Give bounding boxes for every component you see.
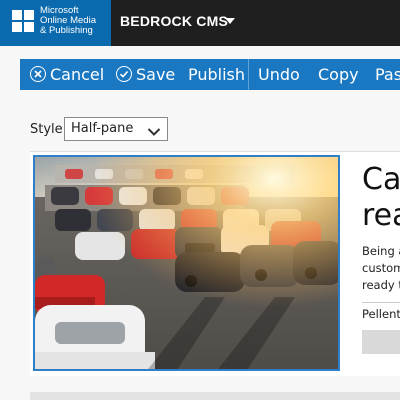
headline-line-2: rea [362, 198, 400, 233]
toolbar-separator [248, 59, 249, 90]
article-headline[interactable]: Ca rea [362, 162, 400, 234]
pellent-text[interactable]: Pellent [362, 307, 400, 321]
body-line-1: Being a [362, 244, 400, 258]
publish-label: Publish [188, 65, 246, 84]
chevron-down-icon [147, 123, 161, 142]
cancel-circle-icon [30, 66, 46, 82]
save-label: Save [136, 65, 176, 84]
style-label: Style [30, 122, 63, 137]
headline-line-1: Ca [362, 162, 400, 197]
save-check-icon [116, 66, 132, 82]
body-line-3: ready t [362, 278, 400, 292]
logo-line-3: & Publishing [40, 25, 93, 36]
undo-button[interactable]: Undo [258, 59, 308, 90]
windows-squares-icon [12, 10, 34, 32]
cancel-label: Cancel [50, 65, 105, 84]
style-dropdown[interactable]: Half-pane [64, 117, 168, 141]
style-dropdown-value: Half-pane [71, 121, 134, 136]
hero-image-parking-lot[interactable] [33, 155, 340, 371]
paste-button[interactable]: Past [375, 59, 400, 90]
publish-button[interactable]: Publish [188, 59, 248, 90]
parking-lot-photo [35, 157, 338, 369]
copy-button[interactable]: Copy [318, 59, 368, 90]
article-body[interactable]: Being a custom ready t [362, 243, 400, 294]
cancel-button[interactable]: Cancel [20, 59, 104, 90]
cta-button[interactable] [362, 330, 400, 354]
next-pane-strip [30, 392, 400, 400]
undo-label: Undo [258, 65, 300, 84]
content-divider [362, 302, 400, 303]
editor-toolbar: Cancel Save Publish Undo Copy Past [20, 59, 400, 90]
microsoft-logo[interactable]: Microsoft Online Media & Publishing [0, 0, 111, 46]
paste-label: Past [375, 65, 400, 84]
top-header: Microsoft Online Media & Publishing BEDR… [0, 0, 400, 46]
app-menu-caret-icon[interactable] [225, 18, 235, 24]
app-title[interactable]: BEDROCK CMS [120, 13, 228, 29]
save-button[interactable]: Save [114, 59, 184, 90]
logo-text: Microsoft Online Media & Publishing [40, 6, 110, 36]
copy-label: Copy [318, 65, 359, 84]
body-line-2: custom [362, 261, 400, 275]
